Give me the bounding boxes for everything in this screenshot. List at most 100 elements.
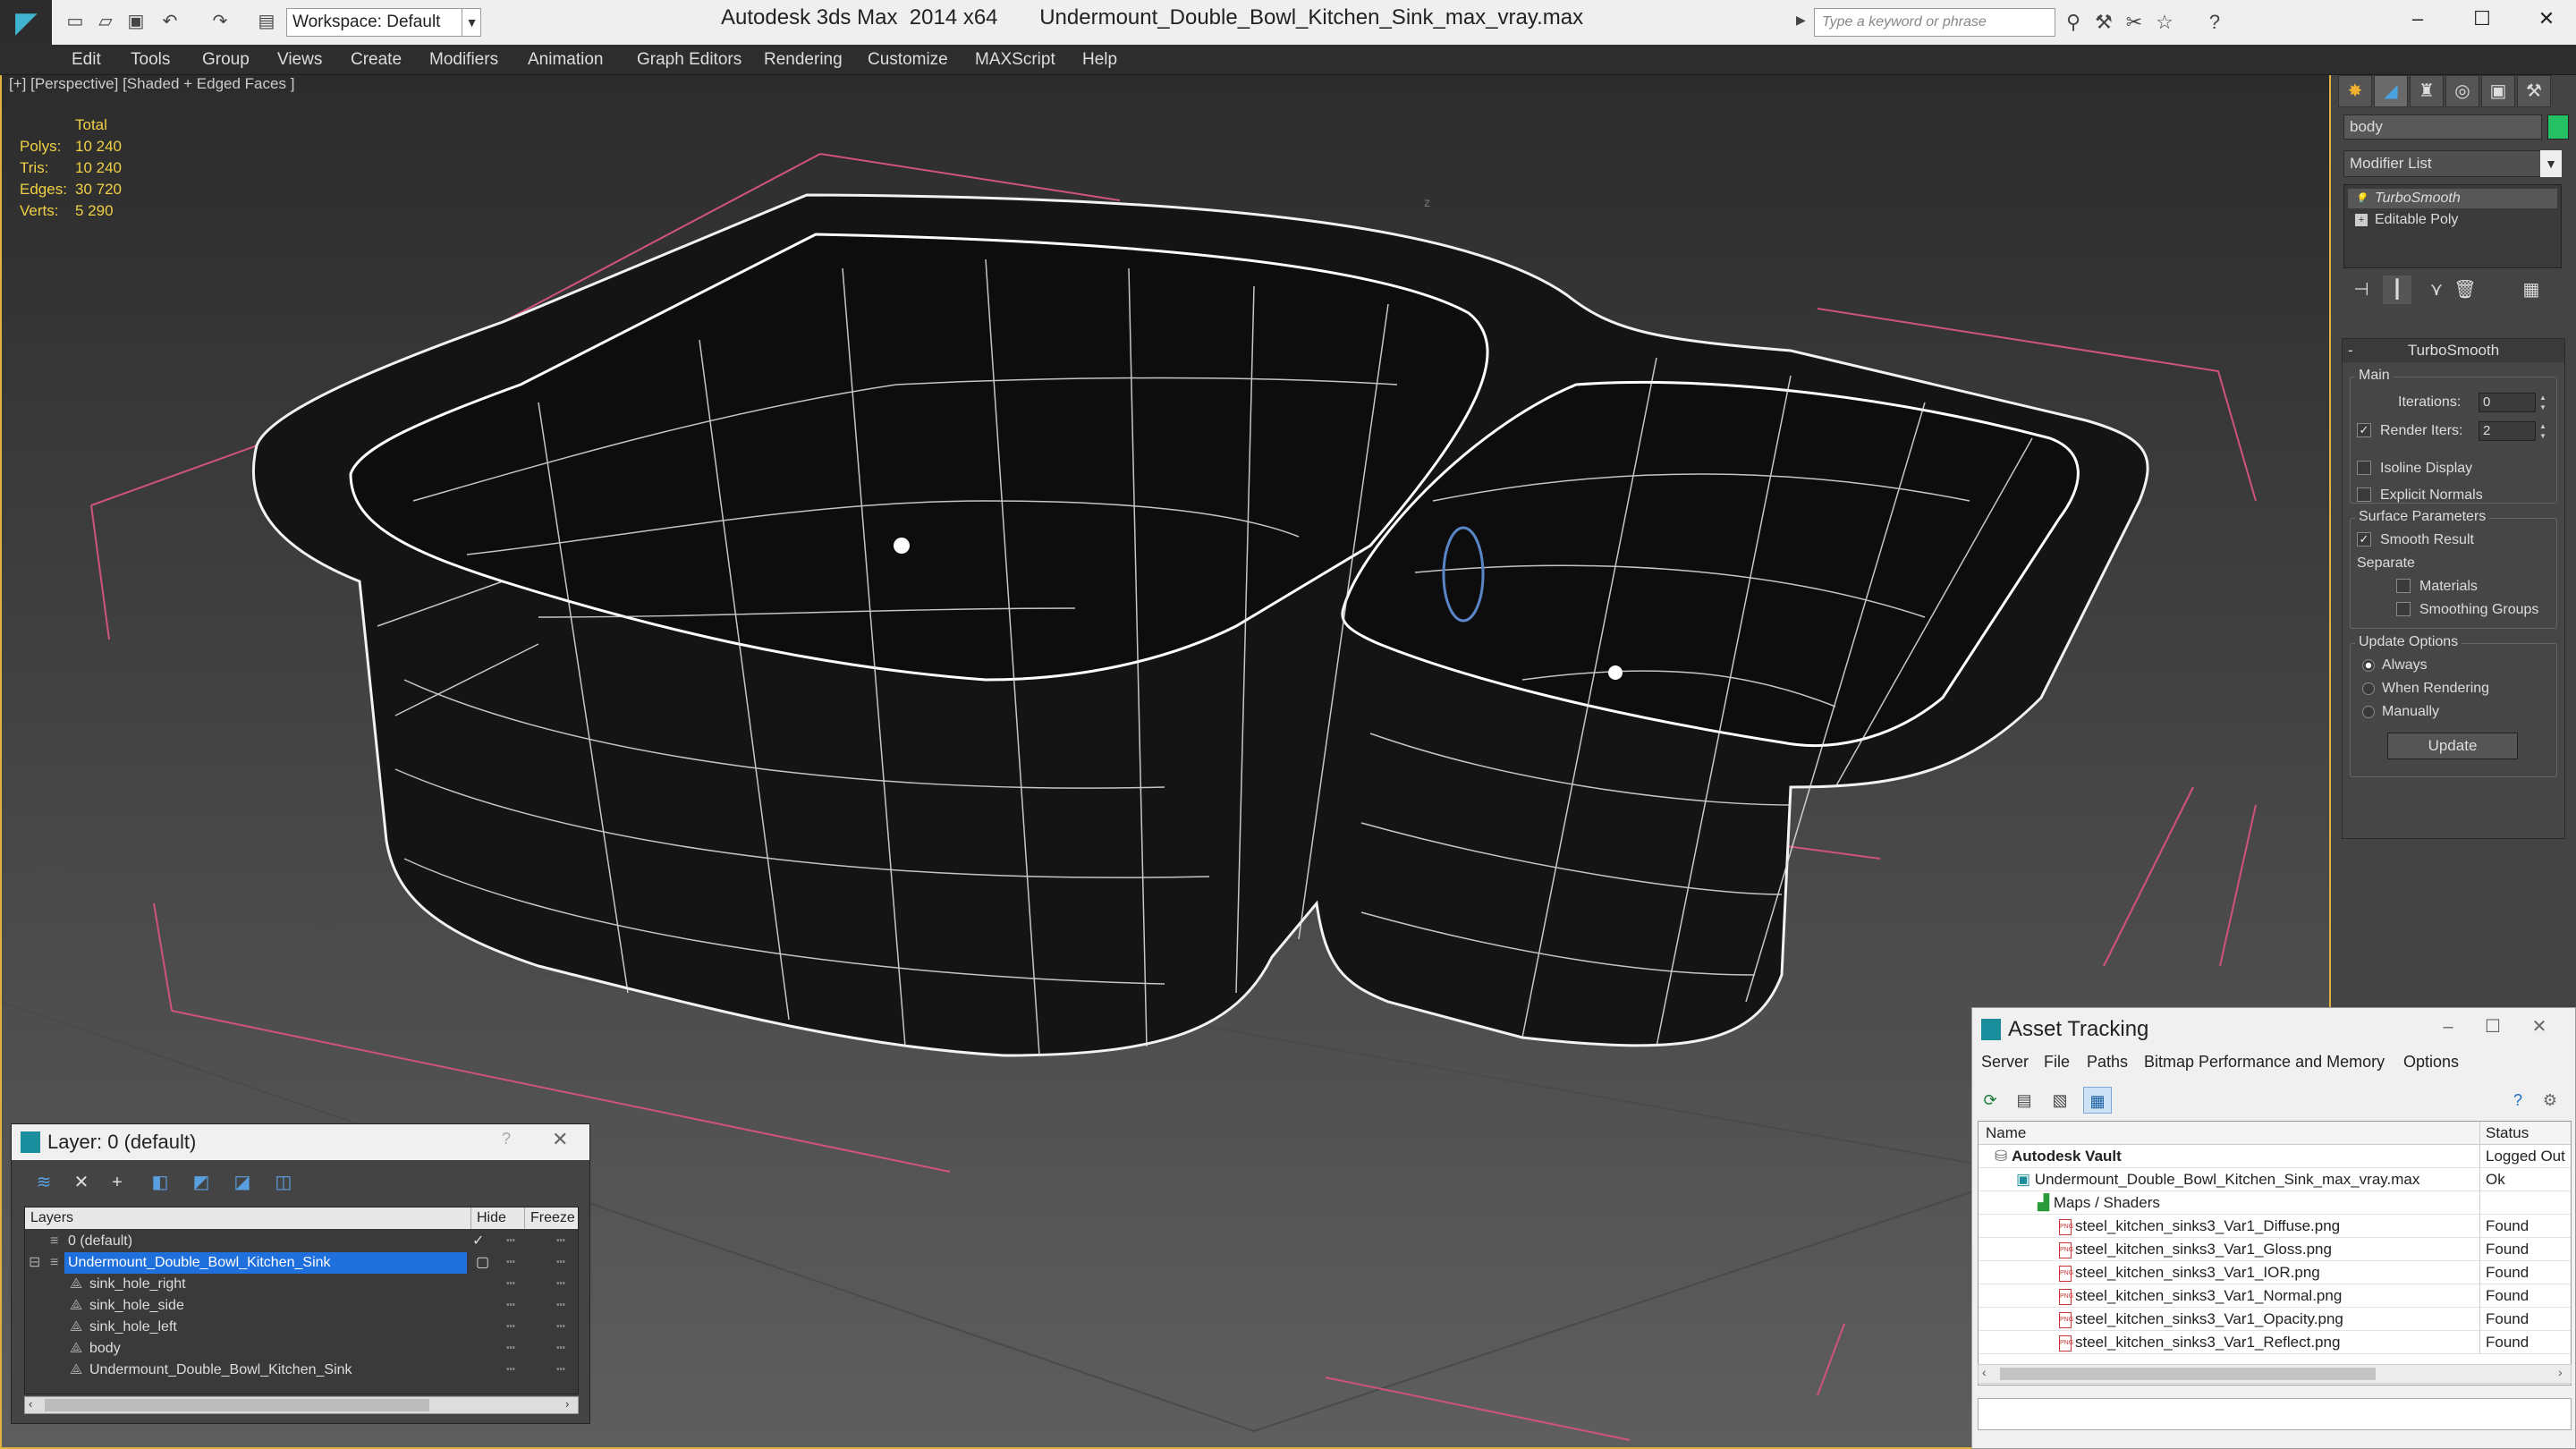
menu-rendering[interactable]: Rendering bbox=[764, 45, 843, 75]
menu-group[interactable]: Group bbox=[202, 45, 250, 75]
create-tab-icon[interactable]: ✸ bbox=[2338, 75, 2372, 107]
col-status[interactable]: Status bbox=[2479, 1122, 2529, 1145]
object-name-field[interactable]: body bbox=[2343, 114, 2542, 140]
search-input[interactable]: Type a keyword or phrase bbox=[1814, 8, 2055, 37]
communication-icon[interactable]: ✂ bbox=[2120, 9, 2148, 36]
explicit-normals-checkbox[interactable] bbox=[2357, 487, 2371, 502]
object-row[interactable]: ⟁ sink_hole_left ┅ ┅ bbox=[25, 1317, 578, 1338]
col-freeze[interactable]: Freeze bbox=[524, 1208, 575, 1229]
open-file-icon[interactable]: ▱ bbox=[93, 9, 118, 34]
viewport-label[interactable]: [+] [Perspective] [Shaded + Edged Faces … bbox=[9, 75, 294, 93]
modify-tab-icon[interactable]: ◢ bbox=[2374, 75, 2408, 107]
layers-icon[interactable]: ≋ bbox=[28, 1167, 60, 1198]
object-row[interactable]: ⟁ sink_hole_right ┅ ┅ bbox=[25, 1274, 578, 1295]
redo-icon[interactable]: ↷ bbox=[208, 9, 233, 34]
object-row[interactable]: ⟁ sink_hole_side ┅ ┅ bbox=[25, 1295, 578, 1317]
maximize-icon[interactable]: ☐ bbox=[2475, 1012, 2511, 1042]
minimize-icon[interactable]: – bbox=[2388, 0, 2447, 38]
when-rendering-radio[interactable] bbox=[2362, 682, 2375, 695]
stack-item-editable-poly[interactable]: + Editable Poly bbox=[2348, 210, 2557, 230]
asset-row[interactable]: ⛁ Autodesk Vault Logged Out bbox=[1979, 1145, 2571, 1168]
isoline-display-checkbox[interactable] bbox=[2357, 461, 2371, 475]
motion-tab-icon[interactable]: ◎ bbox=[2445, 75, 2479, 107]
highlight-selected-icon[interactable]: ◩ bbox=[185, 1167, 217, 1198]
freeze-all-icon[interactable]: ◫ bbox=[267, 1167, 300, 1198]
chevron-down-icon[interactable]: ▼ bbox=[462, 8, 481, 37]
stack-item-turbosmooth[interactable]: 💡 TurboSmooth bbox=[2348, 189, 2557, 208]
show-end-result-icon[interactable]: ┃ bbox=[2383, 275, 2411, 304]
object-row[interactable]: ⟁ Undermount_Double_Bowl_Kitchen_Sink ┅ ┅ bbox=[25, 1360, 578, 1381]
menu-modifiers[interactable]: Modifiers bbox=[429, 45, 498, 75]
table-view-icon[interactable]: ▦ bbox=[2083, 1087, 2112, 1114]
remove-modifier-icon[interactable]: 🗑 bbox=[2451, 275, 2479, 304]
minimize-icon[interactable]: – bbox=[2430, 1012, 2466, 1042]
menu-create[interactable]: Create bbox=[351, 45, 402, 75]
object-row[interactable]: ⟁ body ┅ ┅ bbox=[25, 1338, 578, 1360]
menu-edit[interactable]: Edit bbox=[72, 45, 101, 75]
hide-all-icon[interactable]: ◪ bbox=[226, 1167, 258, 1198]
iterations-spinner[interactable]: 0 bbox=[2479, 393, 2536, 412]
binoculars-icon[interactable]: ⚲ bbox=[2059, 9, 2088, 36]
subscription-icon[interactable]: ⚒ bbox=[2089, 9, 2118, 36]
help-icon[interactable]: ? bbox=[2504, 1087, 2532, 1114]
select-objects-icon[interactable]: ◧ bbox=[144, 1167, 176, 1198]
undo-icon[interactable]: ↶ bbox=[157, 9, 182, 34]
workspace-select[interactable]: Workspace: Default bbox=[286, 8, 481, 37]
menu-customize[interactable]: Customize bbox=[868, 45, 948, 75]
scrollbar-thumb[interactable] bbox=[45, 1399, 429, 1411]
pin-stack-icon[interactable]: ⊣ bbox=[2347, 275, 2376, 304]
make-unique-icon[interactable]: ⋎ bbox=[2422, 275, 2451, 304]
collapse-minus-icon[interactable]: ⊟ bbox=[29, 1252, 40, 1274]
project-folder-icon[interactable]: ▤ bbox=[254, 9, 279, 34]
delete-layer-icon[interactable]: ✕ bbox=[65, 1167, 97, 1198]
materials-checkbox[interactable] bbox=[2396, 579, 2411, 593]
display-tab-icon[interactable]: ▣ bbox=[2481, 75, 2515, 107]
list-view-icon[interactable]: ▤ bbox=[2010, 1087, 2038, 1114]
spinner-arrows-icon[interactable]: ▲ ▼ bbox=[2538, 421, 2548, 441]
add-to-layer-icon[interactable]: + bbox=[101, 1167, 133, 1198]
menu-help[interactable]: Help bbox=[1082, 45, 1117, 75]
refresh-icon[interactable]: ⟳ bbox=[1976, 1087, 2004, 1114]
scroll-right-icon[interactable]: › bbox=[2558, 1365, 2563, 1379]
layer-row[interactable]: ≡ 0 (default) ✓ ┅ ┅ bbox=[25, 1231, 578, 1252]
asset-row[interactable]: PNG steel_kitchen_sinks3_Var1_IOR.png Foun… bbox=[1979, 1261, 2571, 1284]
set-current-box-icon[interactable]: ▢ bbox=[476, 1252, 489, 1274]
utilities-tab-icon[interactable]: ⚒ bbox=[2517, 75, 2551, 107]
asset-menu-bitmap[interactable]: Bitmap Performance and Memory bbox=[2144, 1053, 2385, 1072]
col-hide[interactable]: Hide bbox=[470, 1208, 506, 1229]
object-color-swatch[interactable] bbox=[2547, 114, 2569, 140]
asset-menu-options[interactable]: Options bbox=[2403, 1053, 2459, 1072]
asset-menu-file[interactable]: File bbox=[2044, 1053, 2070, 1072]
col-name[interactable]: Name bbox=[1986, 1122, 2026, 1145]
spinner-arrows-icon[interactable]: ▲ ▼ bbox=[2538, 393, 2548, 412]
manually-radio[interactable] bbox=[2362, 706, 2375, 718]
close-icon[interactable]: ✕ bbox=[2517, 0, 2576, 38]
asset-menu-server[interactable]: Server bbox=[1981, 1053, 2029, 1072]
smoothing-groups-checkbox[interactable] bbox=[2396, 602, 2411, 616]
asset-row[interactable]: PNG steel_kitchen_sinks3_Var1_Gloss.png Fo… bbox=[1979, 1238, 2571, 1261]
search-expand-icon[interactable]: ▶ bbox=[1796, 13, 1806, 28]
configure-modifier-sets-icon[interactable]: ▦ bbox=[2517, 275, 2546, 304]
help-icon[interactable]: ? bbox=[502, 1130, 511, 1148]
close-icon[interactable]: ✕ bbox=[552, 1128, 568, 1151]
menu-views[interactable]: Views bbox=[277, 45, 322, 75]
horizontal-scrollbar[interactable]: ‹ › bbox=[1978, 1364, 2572, 1384]
scrollbar-thumb[interactable] bbox=[2000, 1368, 2376, 1380]
menu-tools[interactable]: Tools bbox=[131, 45, 170, 75]
favorites-star-icon[interactable]: ☆ bbox=[2150, 9, 2179, 36]
save-icon[interactable]: ▣ bbox=[123, 9, 148, 34]
hierarchy-tab-icon[interactable]: ♜ bbox=[2410, 75, 2444, 107]
layer-row[interactable]: ⊟ ≡ Undermount_Double_Bowl_Kitchen_Sink ▢ ┅ ┅ bbox=[25, 1252, 578, 1274]
scroll-right-icon[interactable]: › bbox=[565, 1397, 569, 1411]
scroll-left-icon[interactable]: ‹ bbox=[1982, 1365, 1987, 1379]
asset-row[interactable]: PNG steel_kitchen_sinks3_Var1_Normal.png F… bbox=[1979, 1284, 2571, 1308]
menu-animation[interactable]: Animation bbox=[528, 45, 604, 75]
thumbnail-view-icon[interactable]: ▧ bbox=[2046, 1087, 2074, 1114]
horizontal-scrollbar[interactable]: ‹ › bbox=[24, 1396, 579, 1414]
settings-icon[interactable]: ⚙ bbox=[2536, 1087, 2564, 1114]
asset-row[interactable]: PNG steel_kitchen_sinks3_Var1_Opacity.png… bbox=[1979, 1308, 2571, 1331]
new-file-icon[interactable]: ▭ bbox=[63, 9, 88, 34]
asset-tracking-title[interactable]: Asset Tracking bbox=[2008, 1017, 2148, 1042]
scroll-left-icon[interactable]: ‹ bbox=[29, 1397, 32, 1411]
maximize-icon[interactable]: ☐ bbox=[2453, 0, 2512, 38]
